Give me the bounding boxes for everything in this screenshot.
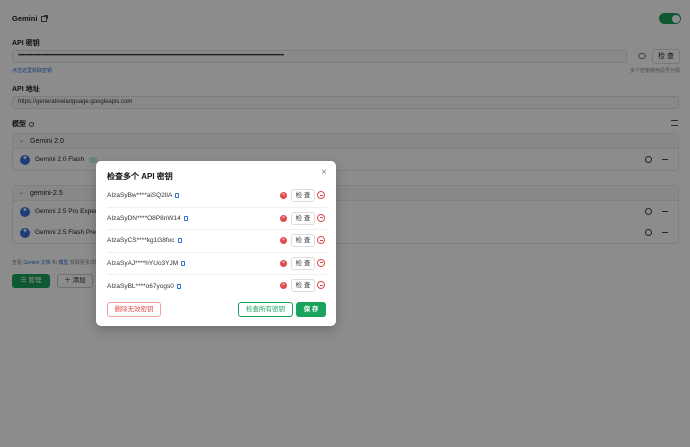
check-key-button[interactable]: 检 查 — [291, 189, 315, 202]
copy-icon[interactable] — [181, 260, 186, 266]
copy-icon[interactable] — [175, 193, 180, 199]
key-value: AIzaSyDN****O8P8nW14 — [107, 214, 181, 222]
remove-key-icon[interactable] — [317, 281, 325, 289]
check-key-button[interactable]: 检 查 — [291, 256, 315, 270]
key-value: AIzaSyBw****aiSQ2lIA — [107, 192, 173, 200]
remove-key-icon[interactable] — [317, 213, 325, 222]
remove-key-icon[interactable] — [317, 191, 325, 199]
error-status-icon: × — [280, 192, 287, 199]
error-status-icon: × — [280, 282, 287, 289]
key-row: AIzaSyBw****aiSQ2lIA × 检 查 — [107, 185, 327, 208]
key-value: AIzaSyBL****o67yogs0 — [107, 282, 174, 290]
save-button[interactable]: 保 存 — [296, 302, 326, 317]
error-status-icon: × — [280, 214, 287, 222]
check-key-button[interactable]: 检 查 — [291, 279, 315, 292]
remove-key-icon[interactable] — [317, 258, 325, 267]
check-keys-modal: 检查多个 API 密钥 × AIzaSyBw****aiSQ2lIA × 检 查… — [96, 161, 336, 326]
remove-key-icon[interactable] — [317, 236, 325, 244]
key-value: AIzaSyAJ****hYUo3YJM — [107, 259, 179, 267]
check-all-keys-button[interactable]: 检查所有密钥 — [238, 302, 293, 317]
key-value: AIzaSyCS****kg1G8foc — [107, 237, 175, 245]
key-row: AIzaSyCS****kg1G8foc × 检 查 — [107, 230, 327, 253]
delete-invalid-keys-button[interactable]: 删除无效密钥 — [107, 302, 161, 317]
copy-icon[interactable] — [183, 215, 188, 221]
check-key-button[interactable]: 检 查 — [291, 234, 315, 247]
copy-icon[interactable] — [177, 238, 182, 244]
error-status-icon: × — [280, 259, 287, 267]
error-status-icon: × — [280, 237, 287, 244]
key-row: AIzaSyAJ****hYUo3YJM × 检 查 — [107, 253, 327, 275]
copy-icon[interactable] — [176, 283, 181, 289]
modal-title: 检查多个 API 密钥 — [107, 172, 173, 181]
key-row: AIzaSyDN****O8P8nW14 × 检 查 — [107, 208, 327, 230]
check-key-button[interactable]: 检 查 — [291, 211, 315, 225]
key-list: AIzaSyBw****aiSQ2lIA × 检 查 AIzaSyDN****O… — [107, 185, 327, 298]
key-row: AIzaSyBL****o67yogs0 × 检 查 — [107, 275, 327, 298]
close-icon[interactable]: × — [321, 168, 327, 178]
